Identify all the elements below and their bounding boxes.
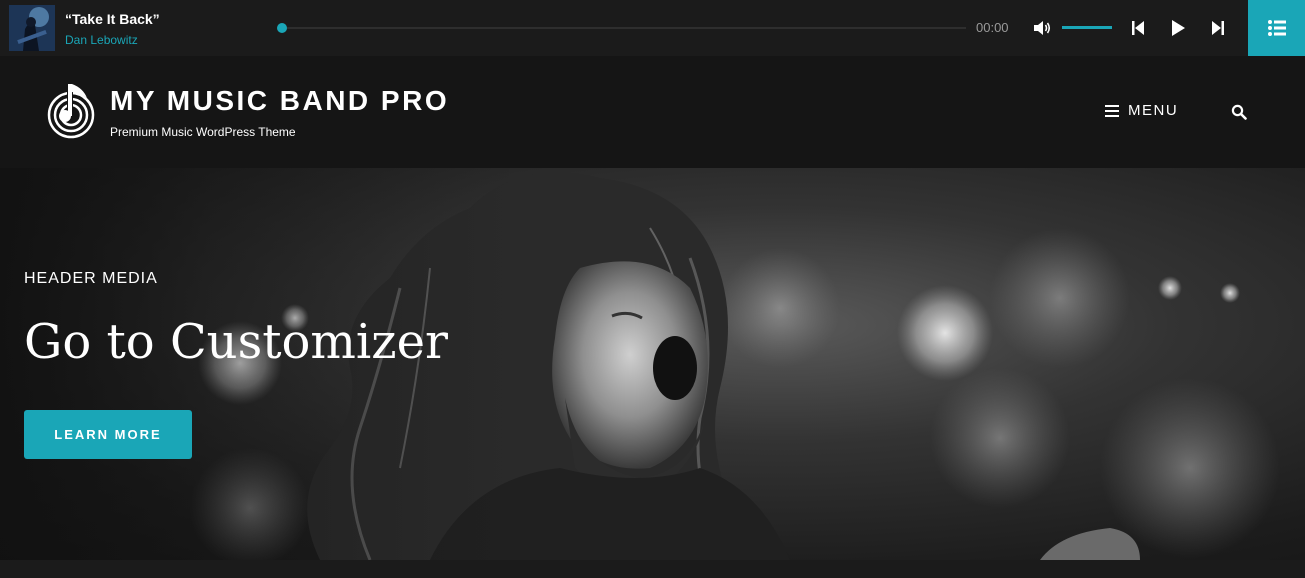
playlist-icon [1268, 20, 1286, 36]
volume-icon[interactable] [1032, 19, 1052, 37]
hero-eyebrow: HEADER MEDIA [24, 270, 158, 287]
skip-previous-icon[interactable] [1128, 18, 1148, 38]
learn-more-button[interactable]: LEARN MORE [24, 410, 192, 459]
site-header: MY MUSIC BAND PRO Premium Music WordPres… [0, 56, 1305, 168]
playlist-button[interactable] [1248, 0, 1305, 56]
menu-label: MENU [1128, 102, 1179, 119]
volume-slider[interactable] [1062, 26, 1112, 29]
progress-handle[interactable] [277, 23, 287, 33]
search-icon[interactable] [1231, 104, 1247, 120]
skip-next-icon[interactable] [1208, 18, 1228, 38]
site-title[interactable]: MY MUSIC BAND PRO [110, 85, 449, 117]
hero-title: Go to Customizer [24, 314, 448, 370]
music-note-logo-icon[interactable] [47, 82, 97, 140]
audio-player-bar: “Take It Back” Dan Lebowitz 00:00 [0, 0, 1305, 56]
current-time: 00:00 [976, 20, 1009, 35]
album-art-icon [9, 5, 55, 51]
site-tagline: Premium Music WordPress Theme [110, 125, 296, 139]
progress-bar[interactable] [282, 27, 966, 29]
track-artist[interactable]: Dan Lebowitz [65, 33, 138, 47]
hamburger-icon [1105, 105, 1119, 117]
play-icon[interactable] [1168, 18, 1188, 38]
track-title[interactable]: “Take It Back” [65, 11, 160, 27]
bottom-strip [0, 560, 1305, 578]
learn-more-label: LEARN MORE [54, 427, 162, 442]
header-media-hero: HEADER MEDIA Go to Customizer LEARN MORE [0, 168, 1305, 560]
